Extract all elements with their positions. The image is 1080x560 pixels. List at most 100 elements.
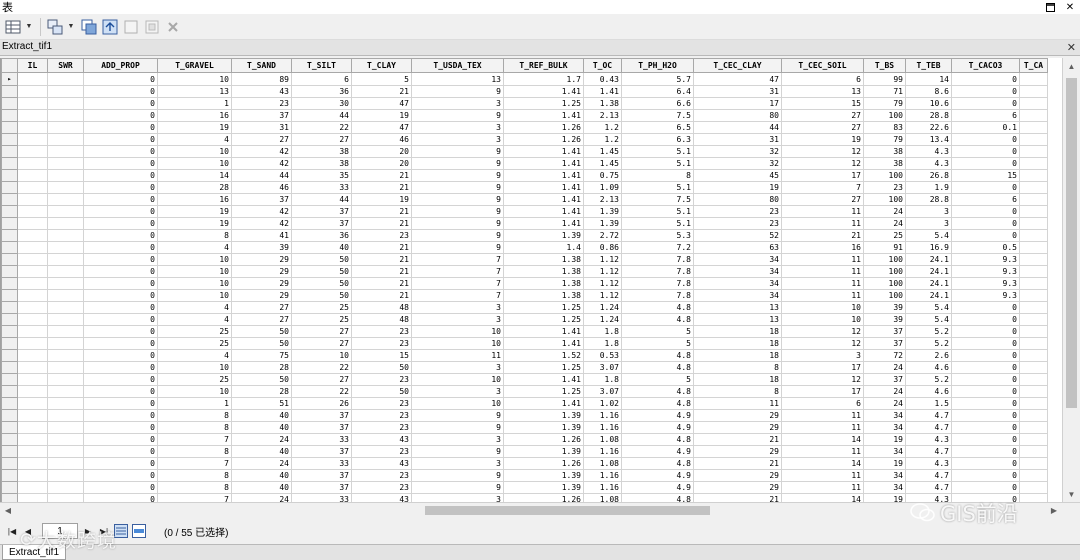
table-cell[interactable]: 50: [231, 337, 292, 350]
table-cell[interactable]: 10: [411, 337, 504, 350]
restore-icon[interactable]: [1040, 0, 1060, 14]
table-cell[interactable]: 27: [291, 325, 352, 338]
table-cell[interactable]: [1019, 133, 1048, 146]
table-cell[interactable]: 25: [291, 313, 352, 326]
table-cell[interactable]: 0: [83, 373, 158, 386]
table-cell[interactable]: 29: [231, 277, 292, 290]
table-cell[interactable]: 4.9: [621, 469, 694, 482]
table-cell[interactable]: 7.8: [621, 277, 694, 290]
table-cell[interactable]: 32: [693, 157, 782, 170]
table-cell[interactable]: 50: [231, 325, 292, 338]
table-row[interactable]: 0 8 41 36 23 9 1.39 2.72 5.3 52 21 25 5.4 0: [1, 229, 1048, 242]
table-cell[interactable]: 0: [951, 85, 1020, 98]
table-cell[interactable]: 6: [951, 193, 1020, 206]
row-selector[interactable]: [1, 169, 18, 182]
table-cell[interactable]: 9: [411, 217, 504, 230]
table-cell[interactable]: 33: [291, 433, 352, 446]
table-cell[interactable]: 0: [951, 361, 1020, 374]
table-cell[interactable]: 7.8: [621, 289, 694, 302]
table-cell[interactable]: 48: [351, 301, 412, 314]
table-cell[interactable]: 1.45: [583, 145, 622, 158]
table-cell[interactable]: 0.1: [951, 121, 1020, 134]
row-selector[interactable]: [1, 253, 18, 266]
table-cell[interactable]: 71: [863, 85, 906, 98]
table-cell[interactable]: 0: [951, 97, 1020, 110]
table-cell[interactable]: 3: [411, 313, 504, 326]
table-cell[interactable]: 51: [231, 397, 292, 410]
table-cell[interactable]: 24: [863, 205, 906, 218]
table-cell[interactable]: 34: [863, 409, 906, 422]
table-cell[interactable]: 9.3: [951, 253, 1020, 266]
table-cell[interactable]: 1.41: [583, 85, 622, 98]
table-cell[interactable]: 13: [693, 313, 782, 326]
table-cell[interactable]: 1.26: [503, 457, 584, 470]
table-cell[interactable]: 21: [351, 289, 412, 302]
row-selector[interactable]: [1, 157, 18, 170]
table-cell[interactable]: 19: [693, 181, 782, 194]
column-header-t-silt[interactable]: T_SILT: [291, 58, 352, 73]
table-row[interactable]: 0 16 37 44 19 9 1.41 2.13 7.5 80 27 100 28.8 6: [1, 109, 1048, 122]
table-cell[interactable]: 0: [83, 433, 158, 446]
table-cell[interactable]: 3: [411, 361, 504, 374]
table-cell[interactable]: 3: [411, 493, 504, 502]
table-cell[interactable]: 9: [411, 181, 504, 194]
table-cell[interactable]: 10: [781, 313, 864, 326]
table-cell[interactable]: [17, 229, 48, 242]
table-cell[interactable]: 44: [693, 121, 782, 134]
table-cell[interactable]: 11: [781, 217, 864, 230]
table-cell[interactable]: 0.43: [583, 72, 622, 86]
table-cell[interactable]: [1019, 145, 1048, 158]
table-cell[interactable]: [1019, 85, 1048, 98]
table-cell[interactable]: 23: [351, 409, 412, 422]
table-cell[interactable]: 31: [693, 133, 782, 146]
table-cell[interactable]: 23: [351, 445, 412, 458]
table-cell[interactable]: [1019, 325, 1048, 338]
clear-selection-icon[interactable]: [122, 18, 140, 36]
table-cell[interactable]: 18: [693, 349, 782, 362]
table-row[interactable]: 0 8 40 37 23 9 1.39 1.16 4.9 29 11 34 4.7 0: [1, 469, 1048, 482]
table-cell[interactable]: 23: [351, 397, 412, 410]
table-cell[interactable]: [47, 133, 84, 146]
table-cell[interactable]: [17, 325, 48, 338]
table-cell[interactable]: [1019, 301, 1048, 314]
table-cell[interactable]: 25: [157, 337, 232, 350]
table-cell[interactable]: 23: [351, 229, 412, 242]
column-header-t-ca[interactable]: T_CA: [1019, 58, 1048, 73]
table-cell[interactable]: [47, 229, 84, 242]
table-cell[interactable]: [47, 217, 84, 230]
table-cell[interactable]: 23: [693, 205, 782, 218]
table-cell[interactable]: 27: [781, 109, 864, 122]
table-cell[interactable]: 37: [291, 445, 352, 458]
table-cell[interactable]: 0: [951, 457, 1020, 470]
table-row[interactable]: 0 19 42 37 21 9 1.41 1.39 5.1 23 11 24 3 0: [1, 217, 1048, 230]
table-cell[interactable]: [1019, 205, 1048, 218]
table-cell[interactable]: [17, 72, 48, 86]
table-cell[interactable]: 12: [781, 157, 864, 170]
table-cell[interactable]: [1019, 385, 1048, 398]
table-cell[interactable]: 20: [351, 145, 412, 158]
table-cell[interactable]: 22: [291, 361, 352, 374]
table-cell[interactable]: 0: [951, 445, 1020, 458]
table-cell[interactable]: 33: [291, 493, 352, 502]
row-selector[interactable]: [1, 181, 18, 194]
table-cell[interactable]: 3.07: [583, 385, 622, 398]
table-cell[interactable]: 1.39: [503, 421, 584, 434]
table-cell[interactable]: 14: [157, 169, 232, 182]
table-cell[interactable]: [17, 109, 48, 122]
table-cell[interactable]: [17, 373, 48, 386]
table-cell[interactable]: 19: [863, 493, 906, 502]
table-cell[interactable]: 8: [157, 229, 232, 242]
table-cell[interactable]: 9: [411, 229, 504, 242]
table-cell[interactable]: [1019, 241, 1048, 254]
table-cell[interactable]: 1.41: [503, 85, 584, 98]
table-cell[interactable]: 1.26: [503, 133, 584, 146]
row-selector[interactable]: [1, 229, 18, 242]
table-cell[interactable]: [47, 409, 84, 422]
row-selector[interactable]: [1, 145, 18, 158]
table-cell[interactable]: 19: [157, 217, 232, 230]
table-cell[interactable]: 9: [411, 85, 504, 98]
table-cell[interactable]: 1.2: [583, 121, 622, 134]
table-cell[interactable]: 37: [291, 217, 352, 230]
table-cell[interactable]: [1019, 229, 1048, 242]
table-cell[interactable]: 4.3: [905, 157, 952, 170]
